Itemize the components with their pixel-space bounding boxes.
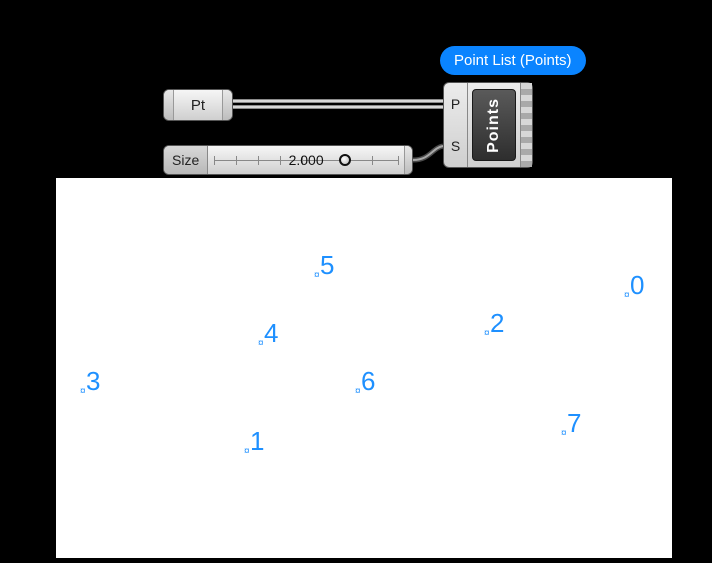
point-index-label: 4 [264, 318, 278, 349]
grip-right [404, 146, 412, 174]
slider-size[interactable]: Size 2.000 [163, 145, 413, 175]
point-index-label: 6 [361, 366, 375, 397]
component-core: Points [472, 89, 516, 161]
slider-track[interactable]: 2.000 [208, 146, 404, 174]
point-index-label: 3 [86, 366, 100, 397]
input-ports: P S [444, 83, 468, 167]
component-point-list[interactable]: P S Points [443, 82, 533, 168]
param-pt[interactable]: Pt [163, 89, 233, 121]
param-pt-label: Pt [179, 90, 217, 120]
grip-right [222, 90, 232, 120]
slider-ticks [214, 160, 398, 161]
slider-knob[interactable] [339, 154, 351, 166]
rhino-viewport: ¤0¤1¤2¤3¤4¤5¤6¤7 [56, 178, 672, 558]
output-edge [520, 83, 532, 167]
grip-left [164, 90, 174, 120]
component-core-label: Points [485, 98, 503, 153]
point-index-label: 1 [250, 426, 264, 457]
point-index-label: 0 [630, 270, 644, 301]
tooltip-point-list: Point List (Points) [440, 46, 586, 75]
slider-size-tag: Size [164, 146, 208, 174]
input-port-p[interactable]: P [444, 83, 467, 125]
point-index-label: 5 [320, 250, 334, 281]
point-index-label: 2 [490, 308, 504, 339]
input-port-s[interactable]: S [444, 125, 467, 167]
point-index-label: 7 [567, 408, 581, 439]
